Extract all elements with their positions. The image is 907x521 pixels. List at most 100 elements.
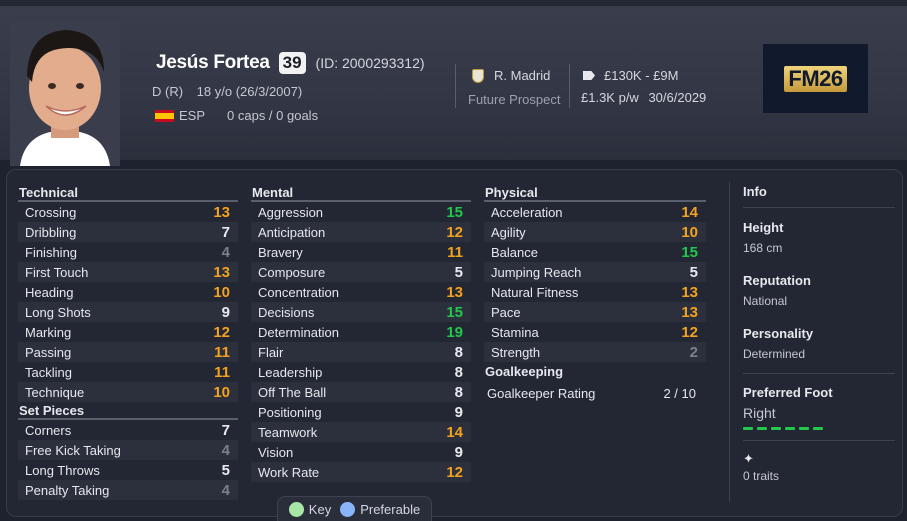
- attribute-value: 12: [681, 323, 698, 341]
- info-separator: [743, 373, 895, 374]
- attribute-value: 2: [689, 343, 698, 361]
- personality-value: Determined: [743, 347, 806, 361]
- attribute-value: 7: [221, 223, 230, 241]
- attribute-row[interactable]: Strength 2: [484, 342, 706, 362]
- attribute-label: Decisions: [258, 304, 315, 320]
- info-column: Info Height 168 cm Reputation National P…: [743, 184, 895, 483]
- contract-info: £1.3K p/w 30/6/2029: [581, 90, 706, 105]
- set-pieces-list: Corners 7 Free Kick Taking 4 Long Throws 5 Pen…: [18, 420, 238, 500]
- attribute-value: 8: [454, 363, 463, 381]
- attribute-row[interactable]: Penalty Taking 4: [18, 480, 238, 500]
- foot-strength-segment: [785, 427, 795, 430]
- physical-list: Acceleration 14 Agility 10 Balance 15 Jumping …: [484, 202, 706, 362]
- attribute-row[interactable]: Leadership 8: [251, 362, 471, 382]
- fm26-logo-text: FM26: [784, 65, 847, 92]
- height-label: Height: [743, 220, 784, 235]
- attribute-row[interactable]: Agility 10: [484, 222, 706, 242]
- set-pieces-title: Set Pieces: [18, 402, 238, 420]
- personality-label: Personality: [743, 326, 814, 341]
- attribute-value: 10: [213, 383, 230, 401]
- attribute-value: 15: [446, 303, 463, 321]
- info-divider: [729, 182, 730, 502]
- attribute-row[interactable]: Decisions 15: [251, 302, 471, 322]
- attribute-label: Penalty Taking: [25, 482, 110, 498]
- player-age-dob: 18 y/o (26/3/2007): [196, 84, 303, 99]
- legend-key-label: Key: [308, 501, 332, 517]
- attribute-row[interactable]: Long Throws 5: [18, 460, 238, 480]
- attribute-row[interactable]: Long Shots 9: [18, 302, 238, 322]
- traits-block[interactable]: ✦ 0 traits: [743, 451, 895, 483]
- attribute-row[interactable]: Bravery 11: [251, 242, 471, 262]
- club-link[interactable]: R. Madrid: [472, 68, 550, 83]
- attribute-row[interactable]: Dribbling 7: [18, 222, 238, 242]
- attribute-value: 15: [446, 203, 463, 221]
- attribute-row[interactable]: Concentration 13: [251, 282, 471, 302]
- attribute-row[interactable]: Finishing 4: [18, 242, 238, 262]
- attribute-row[interactable]: Positioning 9: [251, 402, 471, 422]
- attribute-row[interactable]: Anticipation 12: [251, 222, 471, 242]
- player-name: Jesús Fortea: [156, 52, 270, 73]
- attribute-label: Natural Fitness: [491, 284, 579, 300]
- attribute-label: Aggression: [258, 204, 324, 220]
- attribute-value: 10: [681, 223, 698, 241]
- attribute-label: Stamina: [491, 324, 539, 340]
- attribute-row[interactable]: Passing 11: [18, 342, 238, 362]
- attribute-label: Bravery: [258, 244, 303, 260]
- attribute-row[interactable]: Off The Ball 8: [251, 382, 471, 402]
- attribute-value: 14: [681, 203, 698, 221]
- attribute-value: 4: [221, 441, 230, 459]
- attribute-value: 12: [446, 223, 463, 241]
- foot-strength-segment: [771, 427, 781, 430]
- attribute-row[interactable]: Composure 5: [251, 262, 471, 282]
- info-title: Info: [743, 184, 767, 199]
- attribute-label: Flair: [258, 344, 284, 360]
- attribute-row[interactable]: Stamina 12: [484, 322, 706, 342]
- preferred-foot-value: Right: [743, 405, 776, 421]
- attribute-row[interactable]: Crossing 13: [18, 202, 238, 222]
- attribute-row[interactable]: Technique 10: [18, 382, 238, 402]
- attribute-row[interactable]: Determination 19: [251, 322, 471, 342]
- nationality-row[interactable]: ESP 0 caps / 0 goals: [155, 108, 318, 123]
- attribute-value: 9: [221, 303, 230, 321]
- attribute-value: 12: [213, 323, 230, 341]
- attribute-row[interactable]: Natural Fitness 13: [484, 282, 706, 302]
- attribute-row[interactable]: Free Kick Taking 4: [18, 440, 238, 460]
- attribute-label: Jumping Reach: [491, 264, 582, 280]
- foot-strength-segment: [813, 427, 823, 430]
- attribute-label: Balance: [491, 244, 538, 260]
- attribute-row[interactable]: Acceleration 14: [484, 202, 706, 222]
- attribute-row[interactable]: Marking 12: [18, 322, 238, 342]
- attribute-row[interactable]: Pace 13: [484, 302, 706, 322]
- attribute-value: 11: [214, 343, 230, 361]
- attribute-row[interactable]: Work Rate 12: [251, 462, 471, 482]
- attribute-value: 9: [454, 403, 463, 421]
- attribute-label: Positioning: [258, 404, 322, 420]
- attribute-value: 11: [214, 363, 230, 381]
- attribute-row[interactable]: Balance 15: [484, 242, 706, 262]
- attribute-value: 4: [221, 481, 230, 499]
- attribute-label: Strength: [491, 344, 541, 360]
- contract-end: 30/6/2029: [648, 90, 707, 105]
- attribute-label: Vision: [258, 444, 294, 460]
- attribute-row[interactable]: Teamwork 14: [251, 422, 471, 442]
- attribute-row[interactable]: Tackling 11: [18, 362, 238, 382]
- attribute-value: 13: [681, 283, 698, 301]
- attribute-row[interactable]: Heading 10: [18, 282, 238, 302]
- attribute-row[interactable]: Vision 9: [251, 442, 471, 462]
- attribute-row[interactable]: First Touch 13: [18, 262, 238, 282]
- traits-count: 0 traits: [743, 469, 780, 483]
- attribute-row[interactable]: Jumping Reach 5: [484, 262, 706, 282]
- attribute-value: 5: [689, 263, 698, 281]
- goalkeeper-rating-label: Goalkeeper Rating: [487, 386, 596, 401]
- attribute-value: 13: [681, 303, 698, 321]
- club-status: Future Prospect: [468, 92, 561, 107]
- attribute-label: Off The Ball: [258, 384, 327, 400]
- attribute-label: Crossing: [25, 204, 77, 220]
- attribute-row[interactable]: Flair 8: [251, 342, 471, 362]
- attribute-label: Technique: [25, 384, 85, 400]
- attribute-row[interactable]: Aggression 15: [251, 202, 471, 222]
- reputation-value: National: [743, 294, 788, 308]
- foot-strength-segment: [757, 427, 767, 430]
- attribute-label: Pace: [491, 304, 521, 320]
- attribute-row[interactable]: Corners 7: [18, 420, 238, 440]
